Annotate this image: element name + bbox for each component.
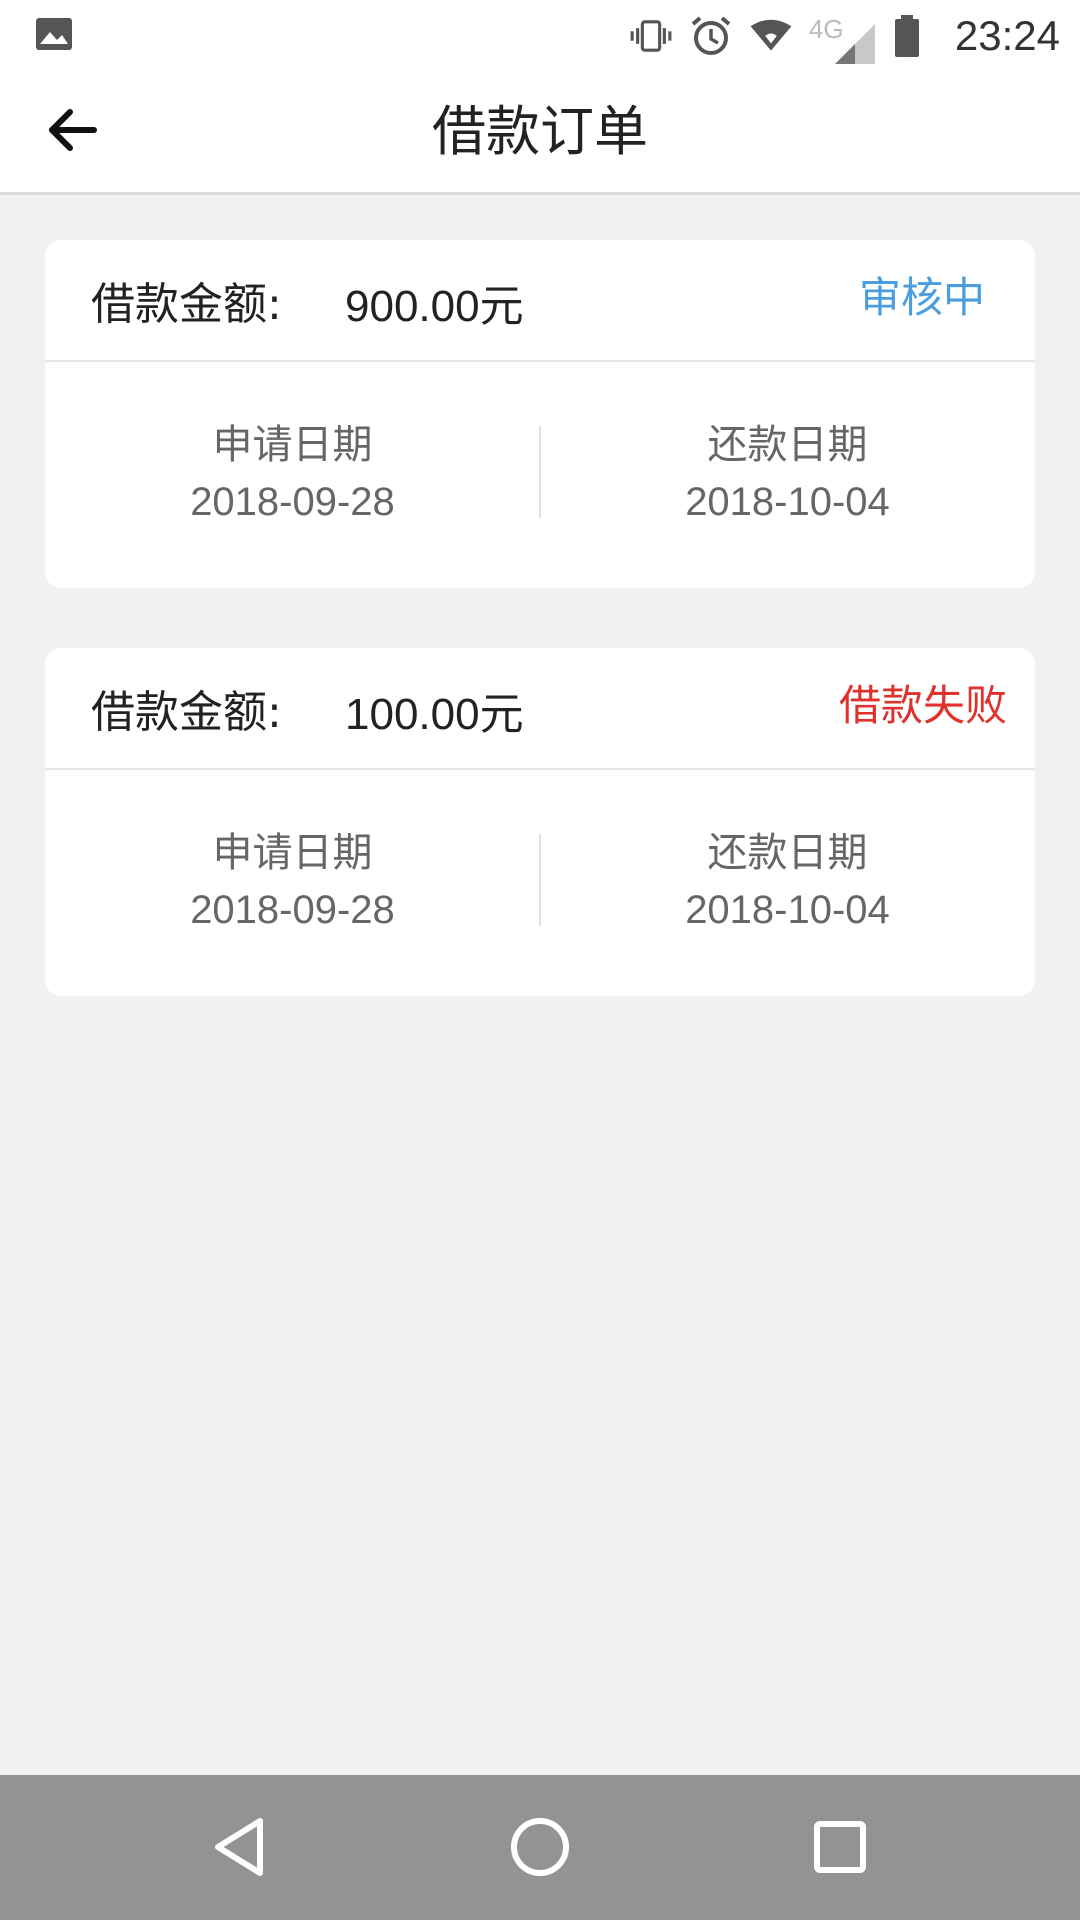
signal-icon: 4G <box>809 14 875 64</box>
app-bar: 借款订单 <box>0 72 1080 195</box>
alarm-icon <box>689 14 733 58</box>
order-card-header: 借款金额: 900.00元 审核中 <box>45 240 1035 362</box>
order-card[interactable]: 借款金额: 100.00元 借款失败 申请日期 2018-09-28 还款日期 … <box>45 648 1035 996</box>
system-nav-bar <box>0 1775 1080 1920</box>
nav-back-button[interactable] <box>204 1811 276 1883</box>
back-triangle-icon <box>215 1818 263 1876</box>
repay-date-label: 还款日期 <box>707 830 868 876</box>
apply-date-column: 申请日期 2018-09-28 <box>45 828 540 938</box>
nav-recents-button[interactable] <box>804 1811 876 1883</box>
vibrate-icon <box>629 14 673 58</box>
loan-amount-label: 借款金额: <box>91 279 282 330</box>
loan-amount-label: 借款金额: <box>91 687 282 738</box>
home-circle-icon <box>511 1818 569 1876</box>
repay-date-column: 还款日期 2018-10-04 <box>540 828 1035 938</box>
order-status-badge: 借款失败 <box>838 681 1007 730</box>
order-card[interactable]: 借款金额: 900.00元 审核中 申请日期 2018-09-28 还款日期 2… <box>45 240 1035 588</box>
battery-icon <box>885 14 929 58</box>
repay-date-value: 2018-10-04 <box>685 888 890 932</box>
apply-date-value: 2018-09-28 <box>190 480 395 524</box>
order-card-header: 借款金额: 100.00元 借款失败 <box>45 648 1035 770</box>
apply-date-value: 2018-09-28 <box>190 888 395 932</box>
repay-date-value: 2018-10-04 <box>685 480 890 524</box>
order-status-badge: 审核中 <box>858 273 985 322</box>
order-card-dates: 申请日期 2018-09-28 还款日期 2018-10-04 <box>45 362 1035 588</box>
recents-square-icon <box>814 1821 866 1873</box>
repay-date-column: 还款日期 2018-10-04 <box>540 420 1035 530</box>
page-title: 借款订单 <box>432 100 648 163</box>
wifi-icon <box>749 14 793 58</box>
repay-date-label: 还款日期 <box>707 422 868 468</box>
order-card-dates: 申请日期 2018-09-28 还款日期 2018-10-04 <box>45 770 1035 996</box>
loan-amount-value: 900.00元 <box>345 282 524 331</box>
nav-home-button[interactable] <box>504 1811 576 1883</box>
apply-date-column: 申请日期 2018-09-28 <box>45 420 540 530</box>
status-bar: 4G 23:24 <box>0 0 1080 72</box>
apply-date-label: 申请日期 <box>212 830 373 876</box>
clock-time: 23:24 <box>954 12 1060 59</box>
apply-date-label: 申请日期 <box>212 422 373 468</box>
image-icon <box>34 14 74 54</box>
loan-amount-value: 100.00元 <box>345 690 524 739</box>
